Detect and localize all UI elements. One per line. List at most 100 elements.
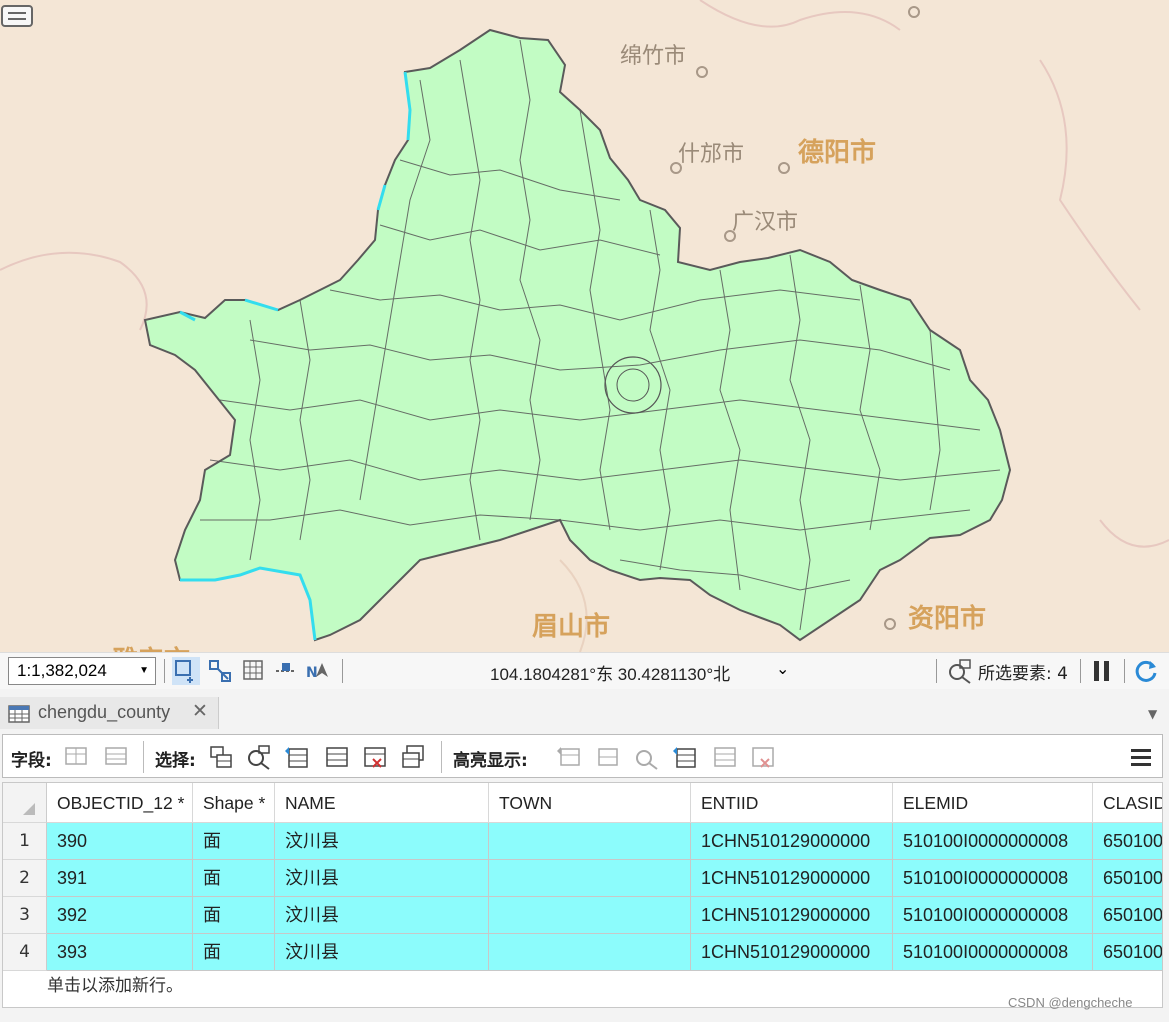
city-label-yaan: 雅安市 <box>112 640 190 652</box>
table-cell[interactable]: 510100I0000000008 <box>893 823 1093 860</box>
table-cell[interactable]: 391 <box>47 860 193 897</box>
table-cell[interactable]: 面 <box>193 860 275 897</box>
city-dot-guanghan <box>724 230 736 242</box>
table-cell[interactable] <box>489 860 691 897</box>
table-cell[interactable]: 392 <box>47 897 193 934</box>
table-cell[interactable]: 汶川县 <box>275 823 489 860</box>
delete-selected-icon[interactable] <box>361 743 389 771</box>
table-cell[interactable] <box>489 897 691 934</box>
column-header[interactable]: Shape * <box>193 783 275 823</box>
city-label-guanghan: 广汉市 <box>732 210 799 235</box>
city-label-mianzhu: 绵竹市 <box>620 44 687 69</box>
city-label-deyang: 德阳市 <box>798 138 877 168</box>
chengdu-region[interactable] <box>143 28 1012 642</box>
clear-highlighted-icon[interactable] <box>711 743 739 771</box>
switch-highlighted-icon[interactable] <box>671 743 699 771</box>
table-cell[interactable]: 汶川县 <box>275 934 489 971</box>
city-label-ziyang: 资阳市 <box>908 604 987 634</box>
refresh-icon[interactable] <box>1132 657 1160 685</box>
table-icon <box>8 705 30 723</box>
column-header[interactable]: ENTIID <box>691 783 893 823</box>
tab-menu-chevron-icon[interactable]: ▼ <box>1148 707 1157 721</box>
attribute-table[interactable]: OBJECTID_12 * Shape * NAME TOWN ENTIID ELEMID… <box>2 782 1163 1008</box>
pause-icon[interactable] <box>1088 657 1116 685</box>
zoom-to-highlighted-icon[interactable] <box>633 743 661 771</box>
select-by-attributes-icon[interactable] <box>207 743 235 771</box>
topology-icon[interactable] <box>206 657 234 685</box>
table-cell[interactable]: 510100I0000000008 <box>893 934 1093 971</box>
table-cell[interactable]: 汶川县 <box>275 860 489 897</box>
add-field-icon[interactable] <box>63 743 91 771</box>
table-cell[interactable]: 汶川县 <box>275 897 489 934</box>
row-number[interactable]: 1 <box>3 823 47 860</box>
svg-text:N: N <box>306 665 318 681</box>
table-cell[interactable] <box>489 934 691 971</box>
column-header[interactable]: TOWN <box>489 783 691 823</box>
delete-highlighted-icon[interactable] <box>749 743 777 771</box>
scale-dropdown[interactable]: 1:1,382,024 ▼ <box>8 657 156 685</box>
city-dot-deyang <box>778 162 790 174</box>
table-cell[interactable]: 1CHN510129000000 <box>691 860 893 897</box>
city-dot-mianzhu <box>696 66 708 78</box>
zoom-to-selection-icon[interactable] <box>946 657 974 685</box>
watermark: CSDN @dengcheche <box>1008 995 1133 1010</box>
calculate-field-icon[interactable] <box>103 743 131 771</box>
table-cell[interactable]: 650100 <box>1093 897 1162 934</box>
table-cell[interactable]: 650100 <box>1093 860 1162 897</box>
north-arrow-icon[interactable]: N <box>304 657 332 685</box>
table-cell[interactable]: 650100 <box>1093 823 1162 860</box>
table-cell[interactable]: 1CHN510129000000 <box>691 823 893 860</box>
clear-selection-icon[interactable] <box>323 743 351 771</box>
table-cell[interactable]: 1CHN510129000000 <box>691 897 893 934</box>
city-label-meishan: 眉山市 <box>532 612 611 642</box>
zoom-to-selection-icon[interactable] <box>245 743 273 771</box>
grid-icon[interactable] <box>240 657 268 685</box>
switch-selection-icon[interactable] <box>283 743 311 771</box>
city-dot-shifang <box>670 162 682 174</box>
city-label-shifang: 什邡市 <box>678 142 745 167</box>
field-label: 字段: <box>11 751 52 771</box>
map-view[interactable]: 绵竹市 什邡市 德阳市 广汉市 眉山市 资阳市 雅安市 <box>0 0 1169 652</box>
column-header[interactable]: NAME <box>275 783 489 823</box>
table-cell[interactable]: 650100 <box>1093 934 1162 971</box>
highlight-label: 高亮显示: <box>453 751 528 771</box>
cursor-coordinates: 104.1804281°东 30.4281130°北 <box>490 665 731 684</box>
tab-title: chengdu_county <box>38 702 171 722</box>
table-cell[interactable]: 510100I0000000008 <box>893 897 1093 934</box>
table-cell[interactable]: 面 <box>193 934 275 971</box>
close-icon[interactable]: ✕ <box>192 700 208 722</box>
table-cell[interactable]: 393 <box>47 934 193 971</box>
coordinate-format-chevron-icon[interactable]: ⌄ <box>776 659 789 678</box>
column-header[interactable]: CLASID <box>1093 783 1162 823</box>
city-dot-ziyang <box>884 618 896 630</box>
table-cell[interactable] <box>489 823 691 860</box>
select-label: 选择: <box>155 751 196 771</box>
map-status-bar: 1:1,382,024 ▼ N 104.1804281°东 30.4281130… <box>0 652 1169 690</box>
tab-chengdu-county[interactable]: chengdu_county ✕ <box>0 697 219 729</box>
highlight-switch2-icon[interactable] <box>593 743 621 771</box>
table-cell[interactable]: 面 <box>193 897 275 934</box>
table-cell[interactable]: 390 <box>47 823 193 860</box>
chevron-down-icon: ▼ <box>139 665 149 676</box>
menu-icon[interactable] <box>1127 743 1155 771</box>
table-cell[interactable]: 面 <box>193 823 275 860</box>
row-number[interactable]: 4 <box>3 934 47 971</box>
row-number[interactable]: 2 <box>3 860 47 897</box>
table-toolbar: 字段: 选择: 高亮显示: <box>2 734 1163 778</box>
city-dot-top <box>908 6 920 18</box>
highlight-switch-icon[interactable] <box>555 743 583 771</box>
column-header[interactable]: ELEMID <box>893 783 1093 823</box>
column-header[interactable]: OBJECTID_12 * <box>47 783 193 823</box>
map-canvas[interactable] <box>0 0 1169 652</box>
row-number[interactable]: 3 <box>3 897 47 934</box>
add-new-row[interactable]: 单击以添加新行。 <box>47 971 183 996</box>
basemap-layer-icon[interactable] <box>0 0 34 28</box>
snapping-icon[interactable] <box>172 657 200 685</box>
table-cell[interactable]: 1CHN510129000000 <box>691 934 893 971</box>
copy-selected-icon[interactable] <box>399 743 427 771</box>
select-all-corner[interactable] <box>3 783 47 823</box>
selected-features-count: 所选要素: 4 <box>978 664 1068 684</box>
table-cell[interactable]: 510100I0000000008 <box>893 860 1093 897</box>
constraints-icon[interactable] <box>272 657 300 685</box>
attribute-table-tabbar: chengdu_county ✕ ▼ <box>0 689 1169 729</box>
